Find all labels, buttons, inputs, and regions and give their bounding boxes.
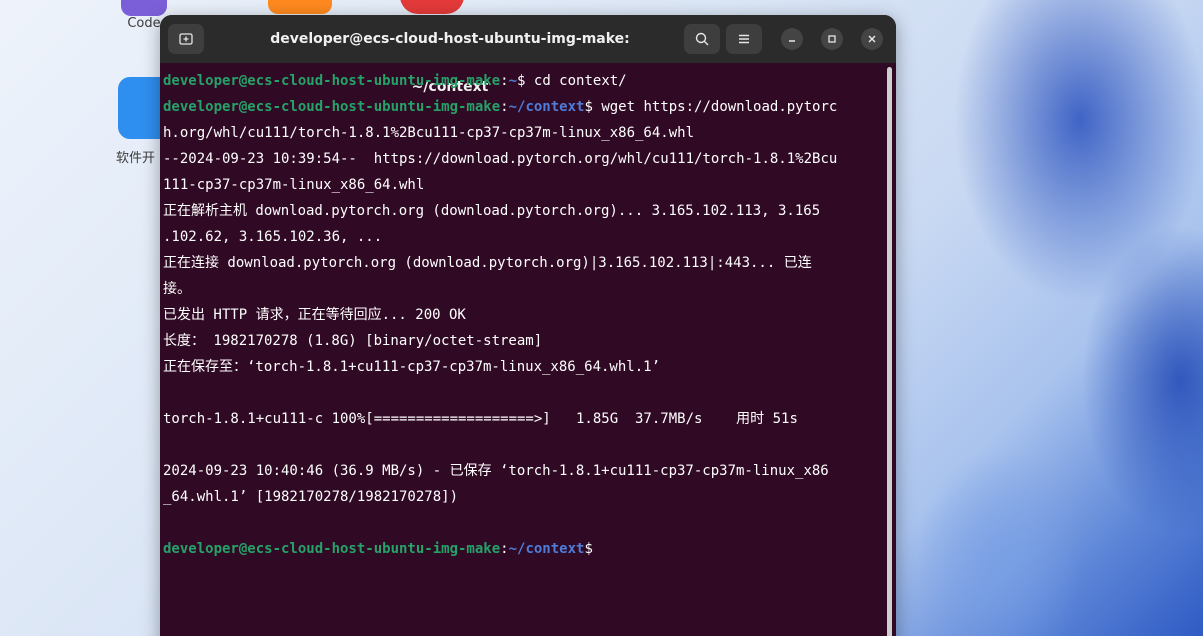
prompt-separator: : [500, 73, 509, 89]
hamburger-menu-icon [739, 34, 749, 44]
terminal-window[interactable]: developer@ecs-cloud-host-ubuntu-img-make… [160, 15, 896, 636]
search-button[interactable] [684, 24, 720, 54]
prompt-symbol: $ [584, 99, 602, 115]
red-app-icon [400, 0, 464, 14]
close-button[interactable] [861, 28, 883, 50]
prompt-separator: : [500, 99, 509, 115]
output-line: 长度： 1982170278 (1.8G) [binary/octet-stre… [163, 333, 543, 349]
command-text: wget https://download.pytorc [601, 99, 838, 115]
prompt-line: developer@ecs-cloud-host-ubuntu-img-make… [163, 94, 883, 120]
output-line: 接。 [163, 281, 191, 297]
output-line: 正在连接 download.pytorch.org (download.pyto… [163, 255, 812, 271]
output-line: h.org/whl/cu111/torch-1.8.1%2Bcu111-cp37… [163, 125, 695, 141]
menu-button[interactable] [726, 24, 762, 54]
maximize-icon [828, 35, 836, 43]
output-line: 111-cp37-cp37m-linux_x86_64.whl [163, 177, 425, 193]
minimize-icon [789, 40, 795, 42]
search-icon [695, 32, 709, 46]
new-tab-icon [179, 33, 193, 45]
output-line: _64.whl.1’ [1982170278/1982170278]) [163, 489, 459, 505]
output-line: 正在解析主机 download.pytorch.org (download.py… [163, 203, 821, 219]
prompt-path: ~/context [508, 99, 585, 115]
output-line: --2024-09-23 10:39:54-- https://download… [163, 151, 838, 167]
output-line: .102.62, 3.165.102.36, ... [163, 229, 383, 245]
prompt-line: developer@ecs-cloud-host-ubuntu-img-make… [163, 536, 883, 562]
desktop-icon-red-app[interactable] [400, 0, 464, 14]
minimize-button[interactable] [781, 28, 803, 50]
prompt-path: ~ [508, 73, 518, 89]
window-title: developer@ecs-cloud-host-ubuntu-img-make… [270, 31, 630, 95]
desktop-icon-orange-app[interactable] [268, 0, 332, 14]
terminal-titlebar[interactable]: developer@ecs-cloud-host-ubuntu-img-make… [160, 15, 896, 95]
output-line: 2024-09-23 10:40:46 (36.9 MB/s) - 已保存 ‘t… [163, 463, 829, 479]
new-tab-button[interactable] [168, 24, 204, 54]
prompt-symbol: $ [584, 541, 593, 557]
output-line: 正在保存至：‘torch-1.8.1+cu111-cp37-cp37m-linu… [163, 359, 661, 375]
desktop-wallpaper [880, 0, 1203, 636]
terminal-output[interactable]: developer@ecs-cloud-host-ubuntu-img-make… [163, 68, 883, 562]
terminal-scrollbar[interactable] [887, 67, 892, 636]
prompt-path: ~/context [508, 541, 585, 557]
orange-app-icon [268, 0, 332, 14]
command-text: cd context/ [533, 73, 627, 89]
output-line: torch-1.8.1+cu111-c 100%[===============… [163, 411, 798, 427]
prompt-user-host: developer@ecs-cloud-host-ubuntu-img-make [163, 541, 501, 557]
output-line: 已发出 HTTP 请求，正在等待回应... 200 OK [163, 307, 466, 323]
prompt-symbol: $ [517, 73, 534, 89]
prompt-user-host: developer@ecs-cloud-host-ubuntu-img-make [163, 73, 501, 89]
code-app-icon [121, 0, 167, 16]
prompt-user-host: developer@ecs-cloud-host-ubuntu-img-make [163, 99, 501, 115]
close-icon [868, 35, 876, 43]
prompt-line: developer@ecs-cloud-host-ubuntu-img-make… [163, 68, 883, 94]
maximize-button[interactable] [821, 28, 843, 50]
prompt-separator: : [500, 541, 509, 557]
